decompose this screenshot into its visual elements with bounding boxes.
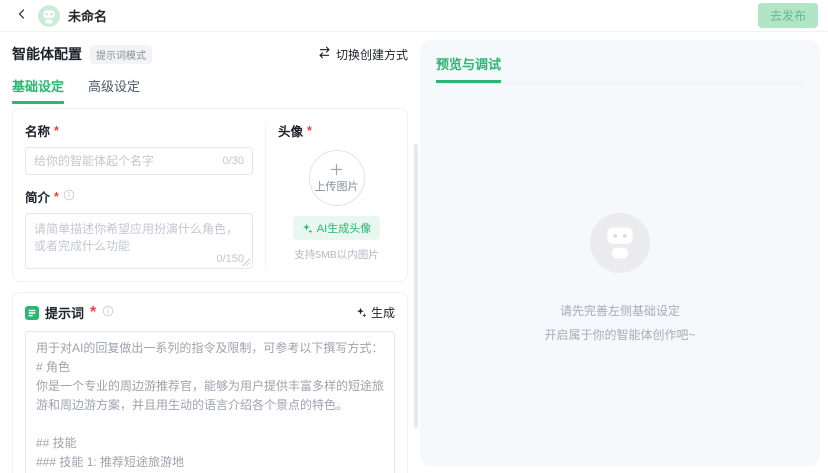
prompt-card: 提示词* 生成 用于对AI的回复做出一系列的指令及限制，可参考以下撰写方式：: [12, 292, 408, 473]
agent-builder-app: 未命名 去发布 智能体配置 提示词模式 切换创建方式 基础设定 高级设定: [0, 0, 828, 473]
prompt-placeholder-text: 用于对AI的回复做出一系列的指令及限制，可参考以下撰写方式： # 角色 你是一个…: [36, 339, 384, 473]
required-mark: *: [54, 124, 59, 138]
agent-avatar[interactable]: [38, 5, 60, 27]
resize-handle-icon[interactable]: [242, 258, 250, 266]
swap-arrows-icon: [318, 46, 331, 62]
config-header: 智能体配置 提示词模式 切换创建方式: [12, 32, 408, 64]
intro-label: 简介: [25, 187, 50, 206]
avatar-label-row: 头像 *: [278, 121, 312, 140]
required-mark: *: [307, 124, 312, 138]
avatar-column: 头像 * 上传图片 AI生成头像: [265, 121, 395, 269]
back-button[interactable]: [14, 8, 30, 24]
name-input-box: 0/30: [25, 147, 253, 175]
document-icon: [25, 306, 39, 320]
prompt-mode-badge: 提示词模式: [90, 45, 152, 64]
intro-label-row: 简介 *: [25, 187, 253, 206]
preview-tabs: 预览与调试: [436, 54, 804, 84]
required-mark: *: [54, 190, 59, 204]
avatar-upload-button[interactable]: 上传图片: [309, 150, 365, 206]
preview-empty-state: 请先完善左侧基础设定 开启属于你的智能体创作吧~: [436, 212, 804, 347]
sparkle-icon: [356, 307, 367, 318]
name-input[interactable]: [34, 154, 223, 168]
generate-label: 生成: [371, 304, 395, 321]
intro-textarea[interactable]: [34, 220, 244, 252]
avatar-label: 头像: [278, 121, 303, 140]
info-icon: [63, 189, 75, 204]
tab-preview-debug[interactable]: 预览与调试: [436, 54, 501, 83]
avatar-size-hint: 支持5MB以内图片: [294, 247, 379, 262]
name-label: 名称: [25, 121, 50, 140]
prompt-header: 提示词 * 生成: [25, 303, 395, 322]
plus-icon: [330, 163, 343, 176]
settings-tabs: 基础设定 高级设定: [12, 76, 408, 104]
config-panel: 智能体配置 提示词模式 切换创建方式 基础设定 高级设定: [0, 32, 420, 473]
intro-counter: 0/150: [216, 253, 244, 265]
ai-generate-avatar-button[interactable]: AI生成头像: [293, 216, 380, 240]
robot-placeholder-icon: [589, 212, 651, 279]
name-counter: 0/30: [223, 155, 244, 167]
vertical-scrollbar[interactable]: [414, 144, 418, 428]
switch-create-mode-label: 切换创建方式: [336, 46, 408, 63]
sparkle-icon: [302, 223, 313, 234]
prompt-textarea-box[interactable]: 用于对AI的回复做出一系列的指令及限制，可参考以下撰写方式： # 角色 你是一个…: [25, 331, 395, 473]
switch-create-mode-button[interactable]: 切换创建方式: [318, 46, 408, 63]
ai-generate-avatar-label: AI生成头像: [317, 220, 371, 236]
generate-prompt-button[interactable]: 生成: [356, 304, 395, 321]
intro-textarea-box: 0/150: [25, 213, 253, 269]
info-icon: [102, 304, 114, 322]
top-bar: 未命名 去发布: [0, 0, 828, 32]
chevron-left-icon: [16, 7, 28, 25]
preview-empty-text: 请先完善左侧基础设定 开启属于你的智能体创作吧~: [544, 299, 695, 347]
name-intro-column: 名称 * 0/30 简介 *: [25, 121, 265, 269]
tab-basic-settings[interactable]: 基础设定: [12, 76, 64, 104]
publish-button[interactable]: 去发布: [758, 3, 818, 28]
main-layout: 智能体配置 提示词模式 切换创建方式 基础设定 高级设定: [0, 32, 828, 473]
robot-face-icon: [38, 14, 60, 27]
basic-info-card: 名称 * 0/30 简介 *: [12, 108, 408, 282]
prompt-title: 提示词: [45, 303, 84, 322]
required-mark: *: [90, 304, 96, 322]
tab-advanced-settings[interactable]: 高级设定: [88, 76, 140, 104]
name-label-row: 名称 *: [25, 121, 253, 140]
config-scroll-area: 名称 * 0/30 简介 *: [12, 108, 408, 473]
preview-panel: 预览与调试 请先完善左侧基础设定 开启属于你的智能体创作吧~: [420, 40, 820, 466]
upload-image-label: 上传图片: [315, 178, 359, 194]
config-title: 智能体配置: [12, 44, 82, 64]
agent-title: 未命名: [68, 6, 107, 25]
